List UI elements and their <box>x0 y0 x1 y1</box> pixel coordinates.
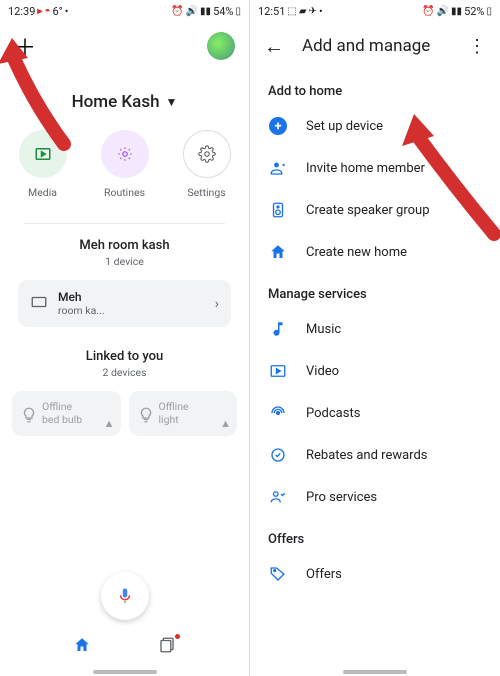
section-offers: Offers <box>250 518 500 553</box>
section-manage: Manage services <box>250 273 500 308</box>
badge-dot <box>175 634 180 639</box>
vibrate-icon: ▰ <box>299 6 307 17</box>
item-speaker-group[interactable]: Create speaker group <box>250 189 500 231</box>
person-add-icon <box>268 158 288 178</box>
bulb-icon <box>137 406 153 422</box>
weather-icon: ◓ <box>44 6 50 17</box>
video-icon <box>268 361 288 381</box>
item-rebates[interactable]: Rebates and rewards <box>250 434 500 476</box>
status-battery: 54% <box>213 5 233 18</box>
chevron-down-icon: ▼ <box>166 95 178 109</box>
alarm-icon: ⏰ <box>422 6 434 17</box>
settings-action[interactable]: Settings <box>175 130 239 199</box>
rebates-icon <box>268 445 288 465</box>
profile-avatar[interactable] <box>207 32 235 60</box>
status-bar: 12:39 ▸ ◓ 6° • ⏰ 🔊 ▮▮ 54% ▯ <box>0 0 249 22</box>
voice-button[interactable] <box>101 572 149 620</box>
room-title: Meh room kash <box>0 238 249 253</box>
page-title: Add and manage <box>302 36 450 56</box>
home-selector[interactable]: Home Kash ▼ <box>0 70 249 130</box>
speaker-icon <box>268 200 288 220</box>
warning-icon: ▲ <box>104 417 115 430</box>
room-sub: 1 device <box>0 255 249 268</box>
status-time: 12:39 <box>8 5 35 18</box>
device-chip-1[interactable]: Offlinebed bulb ▲ <box>12 391 121 436</box>
item-music[interactable]: Music <box>250 308 500 350</box>
routines-icon <box>101 130 149 178</box>
media-action[interactable]: Media <box>11 130 75 199</box>
item-offers[interactable]: Offers <box>250 553 500 595</box>
media-label: Media <box>28 186 57 199</box>
notif-icon: ▸ <box>37 6 42 17</box>
wifi-icon: 🔊 <box>437 6 449 17</box>
item-create-home[interactable]: Create new home <box>250 231 500 273</box>
status-battery: 52% <box>464 5 484 18</box>
item-video[interactable]: Video <box>250 350 500 392</box>
music-icon <box>268 319 288 339</box>
room-chip-name: Meh <box>58 290 205 304</box>
wifi-icon: 🔊 <box>186 6 198 17</box>
status-dot: • <box>65 5 69 18</box>
pro-icon <box>268 487 288 507</box>
status-temp: 6° <box>52 5 62 18</box>
home-icon <box>268 242 288 262</box>
telegram-icon: ✈ <box>309 6 317 17</box>
section-add: Add to home <box>250 70 500 105</box>
nav-home[interactable] <box>73 636 91 659</box>
item-pro-services[interactable]: Pro services <box>250 476 500 518</box>
battery-icon: ▯ <box>486 6 492 17</box>
room-icon <box>30 293 48 315</box>
linked-title: Linked to you <box>0 349 249 364</box>
routines-action[interactable]: Routines <box>93 130 157 199</box>
tag-icon <box>268 564 288 584</box>
nav-handle <box>343 670 407 674</box>
alarm-icon: ⏰ <box>171 6 183 17</box>
podcast-icon <box>268 403 288 423</box>
more-button[interactable]: ⋮ <box>468 36 486 57</box>
device-chip-2[interactable]: Offlinelight ▲ <box>129 391 238 436</box>
linked-sub: 2 devices <box>0 366 249 379</box>
item-invite-member[interactable]: Invite home member <box>250 147 500 189</box>
signal-icon: ▮▮ <box>451 6 462 17</box>
status-time: 12:51 <box>258 5 285 18</box>
battery-icon: ▯ <box>235 6 241 17</box>
add-button[interactable]: ＋ <box>14 30 36 62</box>
item-podcasts[interactable]: Podcasts <box>250 392 500 434</box>
nav-feed[interactable] <box>158 636 176 659</box>
plus-circle-icon: + <box>269 117 287 135</box>
bulb-icon <box>20 406 36 422</box>
nav-handle <box>93 670 157 674</box>
warning-icon: ▲ <box>220 417 231 430</box>
room-chip-sub: room ka... <box>58 304 205 317</box>
room-chip[interactable]: Meh room ka... › <box>18 280 231 327</box>
status-bar: 12:51 ⬚ ▰ ✈ • ⏰ 🔊 ▮▮ 52% ▯ <box>250 0 500 22</box>
home-name: Home Kash <box>72 92 160 112</box>
settings-label: Settings <box>187 186 225 199</box>
vibrate-icon: ⬚ <box>287 6 296 17</box>
divider <box>24 223 225 224</box>
item-setup-device[interactable]: + Set up device <box>250 105 500 147</box>
back-button[interactable]: ← <box>264 34 284 59</box>
routines-label: Routines <box>104 186 145 199</box>
chevron-right-icon: › <box>215 296 219 312</box>
signal-icon: ▮▮ <box>200 6 211 17</box>
media-icon <box>19 130 67 178</box>
status-dot: • <box>319 5 323 18</box>
settings-icon <box>183 130 231 178</box>
